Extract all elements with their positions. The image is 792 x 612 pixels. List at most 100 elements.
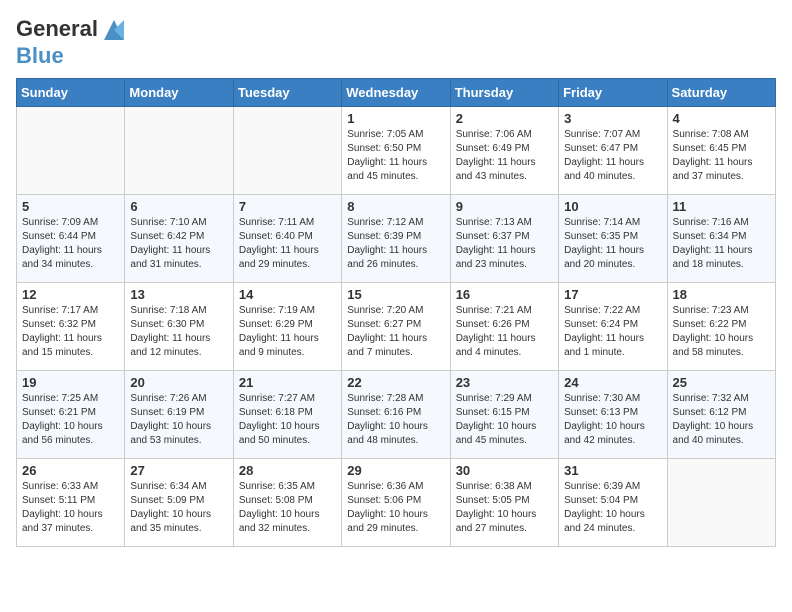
day-info: Sunrise: 7:07 AM Sunset: 6:47 PM Dayligh… <box>564 128 661 184</box>
calendar-cell: 22 Sunrise: 7:28 AM Sunset: 6:16 PM Dayli… <box>342 371 450 459</box>
calendar-cell: 3 Sunrise: 7:07 AM Sunset: 6:47 PM Daylig… <box>559 107 667 195</box>
calendar-table: SundayMondayTuesdayWednesdayThursdayFrid… <box>16 78 776 547</box>
day-info: Sunrise: 7:25 AM Sunset: 6:21 PM Dayligh… <box>22 392 119 448</box>
day-number: 22 <box>347 375 444 390</box>
day-number: 26 <box>22 463 119 478</box>
calendar-cell: 16 Sunrise: 7:21 AM Sunset: 6:26 PM Dayli… <box>450 283 558 371</box>
calendar-cell <box>233 107 341 195</box>
day-info: Sunrise: 7:08 AM Sunset: 6:45 PM Dayligh… <box>673 128 770 184</box>
calendar-cell: 28 Sunrise: 6:35 AM Sunset: 5:08 PM Dayli… <box>233 459 341 547</box>
day-info: Sunrise: 6:39 AM Sunset: 5:04 PM Dayligh… <box>564 480 661 536</box>
day-info: Sunrise: 7:26 AM Sunset: 6:19 PM Dayligh… <box>130 392 227 448</box>
weekday-header-sunday: Sunday <box>17 79 125 107</box>
calendar-cell: 17Sunrise: 7:22 AM Sunset: 6:24 PM Dayli… <box>559 283 667 371</box>
day-number: 7 <box>239 199 336 214</box>
day-info: Sunrise: 6:36 AM Sunset: 5:06 PM Dayligh… <box>347 480 444 536</box>
week-row-4: 19 Sunrise: 7:25 AM Sunset: 6:21 PM Dayli… <box>17 371 776 459</box>
day-info: Sunrise: 6:35 AM Sunset: 5:08 PM Dayligh… <box>239 480 336 536</box>
day-info: Sunrise: 7:11 AM Sunset: 6:40 PM Dayligh… <box>239 216 336 272</box>
day-number: 3 <box>564 111 661 126</box>
day-number: 4 <box>673 111 770 126</box>
day-info: Sunrise: 6:38 AM Sunset: 5:05 PM Dayligh… <box>456 480 553 536</box>
day-info: Sunrise: 7:12 AM Sunset: 6:39 PM Dayligh… <box>347 216 444 272</box>
day-number: 9 <box>456 199 553 214</box>
day-info: Sunrise: 6:34 AM Sunset: 5:09 PM Dayligh… <box>130 480 227 536</box>
day-info: Sunrise: 7:32 AM Sunset: 6:12 PM Dayligh… <box>673 392 770 448</box>
day-info: Sunrise: 7:28 AM Sunset: 6:16 PM Dayligh… <box>347 392 444 448</box>
calendar-cell: 19 Sunrise: 7:25 AM Sunset: 6:21 PM Dayli… <box>17 371 125 459</box>
weekday-header-wednesday: Wednesday <box>342 79 450 107</box>
calendar-cell: 10Sunrise: 7:14 AM Sunset: 6:35 PM Dayli… <box>559 195 667 283</box>
day-number: 19 <box>22 375 119 390</box>
day-info: Sunrise: 7:21 AM Sunset: 6:26 PM Dayligh… <box>456 304 553 360</box>
day-number: 17 <box>564 287 661 302</box>
week-row-5: 26 Sunrise: 6:33 AM Sunset: 5:11 PM Dayli… <box>17 459 776 547</box>
day-info: Sunrise: 7:16 AM Sunset: 6:34 PM Dayligh… <box>673 216 770 272</box>
day-info: Sunrise: 7:06 AM Sunset: 6:49 PM Dayligh… <box>456 128 553 184</box>
day-info: Sunrise: 7:30 AM Sunset: 6:13 PM Dayligh… <box>564 392 661 448</box>
calendar-cell: 15 Sunrise: 7:20 AM Sunset: 6:27 PM Dayli… <box>342 283 450 371</box>
day-number: 21 <box>239 375 336 390</box>
calendar-cell <box>17 107 125 195</box>
day-info: Sunrise: 7:14 AM Sunset: 6:35 PM Dayligh… <box>564 216 661 272</box>
day-number: 18 <box>673 287 770 302</box>
calendar-cell: 25 Sunrise: 7:32 AM Sunset: 6:12 PM Dayli… <box>667 371 775 459</box>
day-number: 13 <box>130 287 227 302</box>
weekday-header-row: SundayMondayTuesdayWednesdayThursdayFrid… <box>17 79 776 107</box>
day-number: 24 <box>564 375 661 390</box>
week-row-2: 5Sunrise: 7:09 AM Sunset: 6:44 PM Daylig… <box>17 195 776 283</box>
logo-icon <box>100 16 128 44</box>
calendar-cell: 30 Sunrise: 6:38 AM Sunset: 5:05 PM Dayli… <box>450 459 558 547</box>
day-number: 20 <box>130 375 227 390</box>
day-number: 28 <box>239 463 336 478</box>
day-number: 1 <box>347 111 444 126</box>
day-number: 30 <box>456 463 553 478</box>
calendar-cell: 29Sunrise: 6:36 AM Sunset: 5:06 PM Dayli… <box>342 459 450 547</box>
day-number: 23 <box>456 375 553 390</box>
calendar-cell: 4 Sunrise: 7:08 AM Sunset: 6:45 PM Daylig… <box>667 107 775 195</box>
day-number: 15 <box>347 287 444 302</box>
day-info: Sunrise: 7:27 AM Sunset: 6:18 PM Dayligh… <box>239 392 336 448</box>
calendar-cell: 14Sunrise: 7:19 AM Sunset: 6:29 PM Dayli… <box>233 283 341 371</box>
calendar-cell: 20 Sunrise: 7:26 AM Sunset: 6:19 PM Dayli… <box>125 371 233 459</box>
page-header: General Blue <box>16 16 776 68</box>
day-number: 2 <box>456 111 553 126</box>
day-info: Sunrise: 7:23 AM Sunset: 6:22 PM Dayligh… <box>673 304 770 360</box>
calendar-cell: 18 Sunrise: 7:23 AM Sunset: 6:22 PM Dayli… <box>667 283 775 371</box>
day-info: Sunrise: 6:33 AM Sunset: 5:11 PM Dayligh… <box>22 480 119 536</box>
day-info: Sunrise: 7:13 AM Sunset: 6:37 PM Dayligh… <box>456 216 553 272</box>
day-number: 11 <box>673 199 770 214</box>
day-info: Sunrise: 7:29 AM Sunset: 6:15 PM Dayligh… <box>456 392 553 448</box>
calendar-cell: 1 Sunrise: 7:05 AM Sunset: 6:50 PM Daylig… <box>342 107 450 195</box>
calendar-cell: 8 Sunrise: 7:12 AM Sunset: 6:39 PM Daylig… <box>342 195 450 283</box>
calendar-cell: 27 Sunrise: 6:34 AM Sunset: 5:09 PM Dayli… <box>125 459 233 547</box>
day-info: Sunrise: 7:05 AM Sunset: 6:50 PM Dayligh… <box>347 128 444 184</box>
day-info: Sunrise: 7:19 AM Sunset: 6:29 PM Dayligh… <box>239 304 336 360</box>
week-row-3: 12Sunrise: 7:17 AM Sunset: 6:32 PM Dayli… <box>17 283 776 371</box>
calendar-cell: 7 Sunrise: 7:11 AM Sunset: 6:40 PM Daylig… <box>233 195 341 283</box>
weekday-header-monday: Monday <box>125 79 233 107</box>
weekday-header-thursday: Thursday <box>450 79 558 107</box>
weekday-header-saturday: Saturday <box>667 79 775 107</box>
calendar-cell: 12Sunrise: 7:17 AM Sunset: 6:32 PM Dayli… <box>17 283 125 371</box>
logo-text-general: General <box>16 16 98 41</box>
logo-text-blue: Blue <box>16 44 128 68</box>
calendar-cell: 13 Sunrise: 7:18 AM Sunset: 6:30 PM Dayli… <box>125 283 233 371</box>
day-info: Sunrise: 7:17 AM Sunset: 6:32 PM Dayligh… <box>22 304 119 360</box>
day-number: 16 <box>456 287 553 302</box>
calendar-cell: 31 Sunrise: 6:39 AM Sunset: 5:04 PM Dayli… <box>559 459 667 547</box>
calendar-cell: 2 Sunrise: 7:06 AM Sunset: 6:49 PM Daylig… <box>450 107 558 195</box>
calendar-cell <box>667 459 775 547</box>
calendar-cell: 11 Sunrise: 7:16 AM Sunset: 6:34 PM Dayli… <box>667 195 775 283</box>
calendar-cell: 21 Sunrise: 7:27 AM Sunset: 6:18 PM Dayli… <box>233 371 341 459</box>
calendar-cell: 9 Sunrise: 7:13 AM Sunset: 6:37 PM Daylig… <box>450 195 558 283</box>
calendar-cell: 23 Sunrise: 7:29 AM Sunset: 6:15 PM Dayli… <box>450 371 558 459</box>
calendar-cell: 24 Sunrise: 7:30 AM Sunset: 6:13 PM Dayli… <box>559 371 667 459</box>
day-info: Sunrise: 7:18 AM Sunset: 6:30 PM Dayligh… <box>130 304 227 360</box>
day-number: 25 <box>673 375 770 390</box>
day-info: Sunrise: 7:20 AM Sunset: 6:27 PM Dayligh… <box>347 304 444 360</box>
day-number: 31 <box>564 463 661 478</box>
day-number: 8 <box>347 199 444 214</box>
calendar-cell: 6Sunrise: 7:10 AM Sunset: 6:42 PM Daylig… <box>125 195 233 283</box>
day-number: 27 <box>130 463 227 478</box>
